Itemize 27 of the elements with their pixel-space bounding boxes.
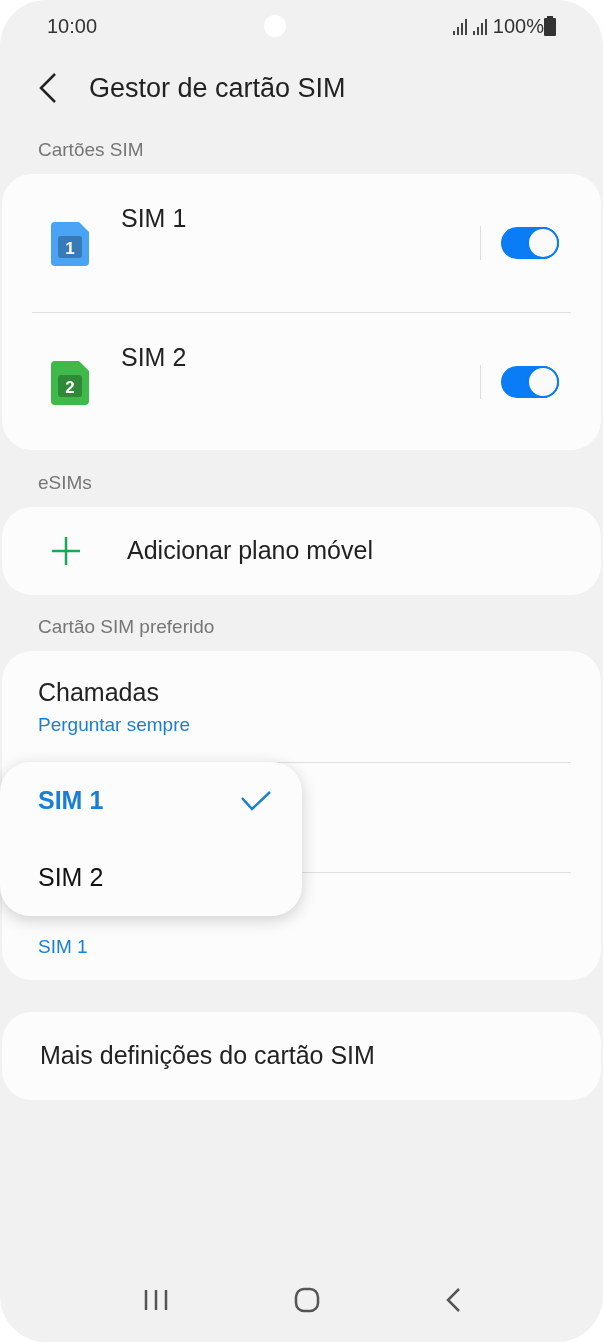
setting-title: Chamadas: [38, 676, 160, 708]
recent-apps-icon[interactable]: [142, 1289, 169, 1311]
section-heading: eSIMs: [38, 470, 92, 495]
status-time: 10:00: [47, 14, 98, 39]
back-icon[interactable]: [38, 72, 58, 104]
home-icon[interactable]: [293, 1287, 320, 1313]
back-nav-icon[interactable]: [444, 1287, 461, 1313]
signal-icon: [452, 17, 489, 35]
sim-card-icon: 2: [51, 361, 89, 405]
battery-icon: [544, 16, 556, 36]
toggle-switch[interactable]: [501, 366, 559, 398]
battery-percent: 100%: [492, 14, 544, 39]
menu-option[interactable]: SIM 2: [0, 839, 302, 916]
more-settings-button[interactable]: Mais definições do cartão SIM: [2, 1012, 601, 1100]
toggle-switch[interactable]: [501, 227, 559, 259]
setting-value: Perguntar sempre: [38, 713, 192, 737]
section-heading: Cartão SIM preferido: [38, 614, 215, 639]
section-heading: Cartões SIM: [38, 137, 144, 162]
sim-label: SIM 1: [121, 203, 187, 234]
add-plan-button[interactable]: Adicionar plano móvel: [2, 507, 601, 595]
menu-option[interactable]: SIM 1: [0, 762, 302, 839]
setting-value: SIM 1: [38, 935, 89, 960]
plus-icon: [50, 535, 82, 567]
sim-card-icon: 1: [51, 222, 89, 266]
check-icon: [240, 789, 272, 812]
page-title: Gestor de cartão SIM: [89, 71, 346, 105]
sim-label: SIM 2: [121, 342, 187, 373]
